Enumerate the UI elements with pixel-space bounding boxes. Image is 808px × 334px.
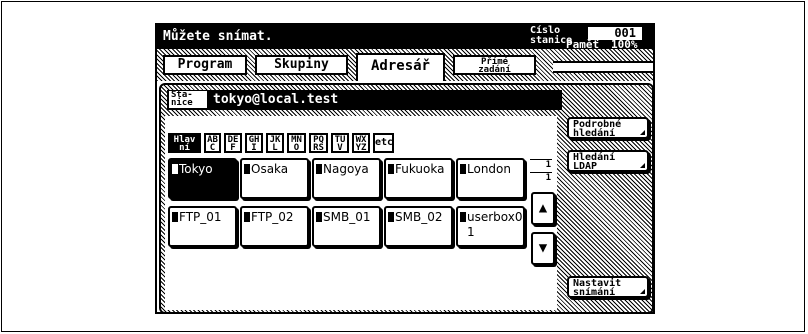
index-tab-mno-l2: O (293, 143, 300, 153)
address-book-area: Sta- nice tokyo@local.test Hlav ní AB C … (159, 83, 653, 312)
index-tab-def[interactable]: DE F (224, 133, 242, 153)
page-total: 1 (545, 173, 551, 183)
email-icon (316, 164, 322, 174)
index-tab-jkl-l2: L (272, 143, 278, 153)
address-entry-osaka[interactable]: Osaka (240, 158, 309, 199)
detail-search-button[interactable]: Podrobné hledání (567, 117, 649, 139)
index-tab-main-l2: ní (179, 143, 190, 153)
address-entry-ftp-01[interactable]: FTP_01 (168, 206, 237, 247)
tab-direct-input[interactable]: Přímé zadání (453, 55, 536, 75)
email-icon (388, 164, 394, 174)
index-tab-pqrs-l2: RS (313, 143, 324, 153)
page-current: 1 (545, 160, 551, 170)
tab-address-book[interactable]: Adresář (356, 53, 445, 81)
tab-strip (553, 61, 653, 73)
box-icon (460, 212, 466, 222)
address-entry-nagoya[interactable]: Nagoya (312, 158, 381, 199)
arrow-up-icon: ▲ (538, 200, 548, 216)
smb-icon (388, 212, 394, 222)
corner-mark-icon (640, 163, 645, 168)
ftp-icon (244, 212, 250, 222)
entry-name: SMB_02 (395, 210, 443, 224)
entry-name: FTP_02 (251, 210, 294, 224)
status-message: Můžete snímat. (163, 29, 273, 44)
address-entry-smb-01[interactable]: SMB_01 (312, 206, 381, 247)
scan-settings-button[interactable]: Nastavit snímání (567, 276, 649, 298)
corner-mark-icon (640, 289, 645, 294)
corner-mark-icon (640, 130, 645, 135)
destination-label-line2: nice (171, 98, 193, 108)
entry-name: Tokyo (179, 162, 213, 176)
index-tab-ghi[interactable]: GH I (245, 133, 263, 153)
title-bar: Můžete snímat. Číslo stanice 001 Paměť 1… (157, 25, 653, 51)
scan-settings-label-line2: snímání (573, 287, 616, 298)
ldap-search-button[interactable]: Hledání LDAP (567, 150, 649, 172)
address-entry-ftp-02[interactable]: FTP_02 (240, 206, 309, 247)
index-tab-ghi-l2: I (251, 143, 257, 153)
address-entry-fukuoka[interactable]: Fukuoka (384, 158, 453, 199)
index-tab-mno[interactable]: MN O (287, 133, 306, 153)
address-entry-smb-02[interactable]: SMB_02 (384, 206, 453, 247)
index-tab-tuv-l2: V (337, 143, 343, 153)
scroll-up-button[interactable]: ▲ (531, 192, 555, 225)
email-icon (460, 164, 466, 174)
email-icon (172, 164, 178, 174)
tab-groups[interactable]: Skupiny (255, 55, 348, 75)
entry-name: userbox01 (467, 210, 523, 239)
ldap-search-label-line2: LDAP (573, 161, 598, 172)
index-tab-def-l2: F (230, 143, 236, 153)
index-tab-pqrs[interactable]: PQ RS (309, 133, 328, 153)
detail-search-label-line2: hledání (573, 128, 616, 139)
email-icon (244, 164, 250, 174)
entry-list-area: Hlav ní AB C DE F GH I JK L MN O PQ RS T… (165, 116, 557, 310)
entry-name: SMB_01 (323, 210, 371, 224)
index-tab-abc[interactable]: AB C (204, 133, 221, 153)
entry-name: London (467, 162, 511, 176)
tab-program[interactable]: Program (163, 55, 247, 75)
entry-name: Fukuoka (395, 162, 445, 176)
index-tab-main[interactable]: Hlav ní (168, 133, 201, 153)
address-entry-tokyo[interactable]: Tokyo (168, 158, 237, 199)
index-tab-tuv[interactable]: TU V (331, 133, 349, 153)
destination-row: Sta- nice tokyo@local.test (167, 90, 562, 110)
destination-label: Sta- nice (169, 91, 207, 108)
entry-name: Osaka (251, 162, 289, 176)
entry-name: FTP_01 (179, 210, 222, 224)
index-tab-wxyz[interactable]: WX YZ (352, 133, 370, 153)
tab-direct-input-line2: zadání (478, 65, 511, 75)
arrow-down-icon: ▼ (538, 240, 548, 256)
index-tab-abc-l2: C (209, 143, 216, 153)
tab-row: Program Skupiny Adresář Přímé zadání (157, 49, 653, 81)
index-tab-wxyz-l2: YZ (355, 143, 367, 153)
address-entry-userbox01[interactable]: userbox01 (456, 206, 525, 247)
index-tab-etc-label: etc (375, 137, 394, 148)
address-entry-london[interactable]: London (456, 158, 525, 199)
index-tab-etc[interactable]: etc (373, 133, 394, 153)
scroll-down-button[interactable]: ▼ (531, 232, 555, 265)
scan-panel: Můžete snímat. Číslo stanice 001 Paměť 1… (155, 23, 655, 314)
destination-value: tokyo@local.test (213, 92, 339, 107)
smb-icon (316, 212, 322, 222)
entry-name: Nagoya (323, 162, 369, 176)
ftp-icon (172, 212, 178, 222)
index-tab-jkl[interactable]: JK L (266, 133, 284, 153)
